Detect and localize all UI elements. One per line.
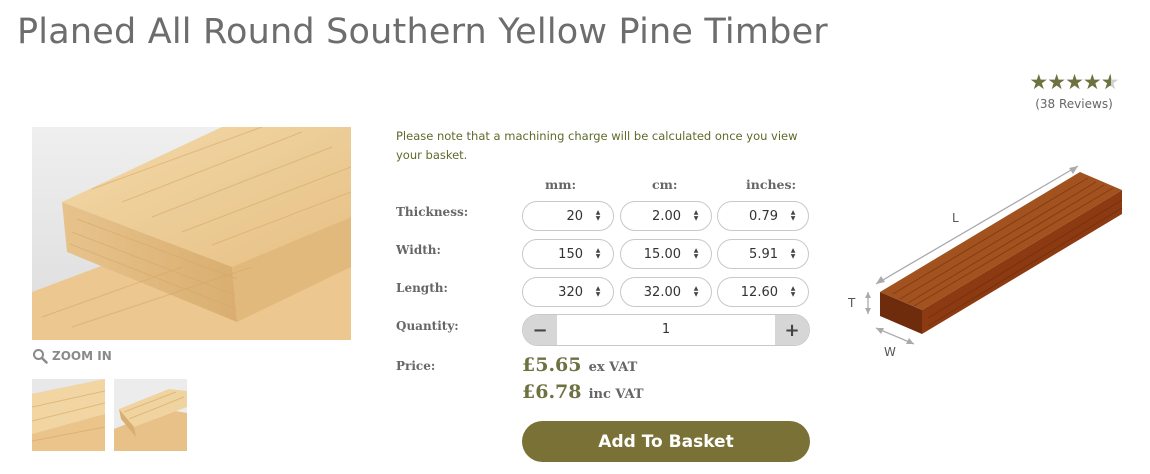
stepper-icon[interactable]: ▲ ▼ — [786, 248, 800, 260]
thumbnail-2[interactable] — [114, 379, 187, 451]
field-value: 15.00 — [643, 246, 681, 262]
column-header-cm: cm: — [652, 177, 678, 192]
machining-note: Please note that a machining charge will… — [396, 129, 798, 162]
price-label: Price: — [396, 359, 436, 373]
price-ex-vat: £5.65 ex VAT — [522, 354, 637, 376]
width-label: Width: — [396, 243, 441, 257]
star-icon: ★ — [1065, 70, 1084, 94]
timber-photo — [32, 127, 351, 340]
thumbnail-image — [32, 379, 105, 451]
length-cm-input[interactable]: 32.00 ▲ ▼ — [620, 277, 712, 307]
rating-widget[interactable]: ★★★★★ (38 Reviews) — [1020, 70, 1128, 111]
stepper-icon[interactable]: ▲ ▼ — [689, 248, 703, 260]
field-value: 12.60 — [740, 284, 778, 300]
quantity-decrease-button[interactable]: − — [523, 315, 557, 345]
thumbnail-1[interactable] — [32, 379, 105, 451]
zoom-in-label: ZOOM IN — [52, 349, 112, 363]
stepper-icon[interactable]: ▲ ▼ — [786, 286, 800, 298]
thickness-inches-input[interactable]: 0.79 ▲ ▼ — [717, 201, 809, 231]
dimension-diagram: L T W — [838, 158, 1138, 368]
length-dimension-label: L — [952, 211, 959, 225]
column-header-mm: mm: — [545, 177, 577, 192]
stepper-icon[interactable]: ▲ ▼ — [591, 210, 605, 222]
field-value: 150 — [558, 246, 583, 262]
width-inches-input[interactable]: 5.91 ▲ ▼ — [717, 239, 809, 269]
price-inc-vat-amount: £6.78 — [522, 381, 582, 403]
length-mm-input[interactable]: 320 ▲ ▼ — [522, 277, 614, 307]
field-value: 2.00 — [652, 208, 681, 224]
width-dimension-label: W — [884, 345, 896, 359]
magnifier-icon — [33, 349, 48, 364]
stepper-icon[interactable]: ▲ ▼ — [689, 286, 703, 298]
field-value: 5.91 — [749, 246, 778, 262]
timber-dimension-diagram: L T W — [847, 165, 1123, 359]
star-icon: ★ — [1029, 70, 1048, 94]
width-cm-input[interactable]: 15.00 ▲ ▼ — [620, 239, 712, 269]
field-value: 320 — [558, 284, 583, 300]
thickness-mm-input[interactable]: 20 ▲ ▼ — [522, 201, 614, 231]
product-main-image[interactable] — [32, 127, 351, 340]
price-inc-vat-label: inc VAT — [588, 387, 644, 402]
thickness-dimension-label: T — [847, 296, 856, 310]
zoom-in-button[interactable]: ZOOM IN — [32, 348, 112, 364]
stepper-icon[interactable]: ▲ ▼ — [786, 210, 800, 222]
field-value: 20 — [566, 208, 583, 224]
quantity-label: Quantity: — [396, 319, 459, 333]
thickness-cm-input[interactable]: 2.00 ▲ ▼ — [620, 201, 712, 231]
price-ex-vat-label: ex VAT — [588, 360, 638, 375]
price-ex-vat-amount: £5.65 — [522, 354, 582, 376]
add-to-basket-button[interactable]: Add To Basket — [522, 421, 810, 462]
length-label: Length: — [396, 281, 448, 295]
quantity-stepper[interactable]: − 1 + — [522, 314, 810, 346]
field-value: 0.79 — [749, 208, 778, 224]
quantity-input[interactable]: 1 — [557, 315, 775, 345]
stepper-icon[interactable]: ▲ ▼ — [591, 286, 605, 298]
width-mm-input[interactable]: 150 ▲ ▼ — [522, 239, 614, 269]
half-star-icon: ★ — [1101, 70, 1120, 94]
page-title: Planed All Round Southern Yellow Pine Ti… — [17, 12, 828, 52]
reviews-link[interactable]: (38 Reviews) — [1020, 97, 1128, 111]
star-icon: ★ — [1047, 70, 1066, 94]
length-inches-input[interactable]: 12.60 ▲ ▼ — [717, 277, 809, 307]
quantity-increase-button[interactable]: + — [775, 315, 809, 345]
thickness-label: Thickness: — [396, 205, 469, 219]
stepper-icon[interactable]: ▲ ▼ — [689, 210, 703, 222]
stepper-icon[interactable]: ▲ ▼ — [591, 248, 605, 260]
star-rating: ★★★★★ — [1020, 70, 1128, 94]
star-icon: ★ — [1082, 70, 1102, 94]
column-header-inches: inches: — [746, 177, 797, 192]
price-inc-vat: £6.78 inc VAT — [522, 381, 644, 403]
field-value: 32.00 — [643, 284, 681, 300]
thumbnail-image — [114, 379, 187, 451]
